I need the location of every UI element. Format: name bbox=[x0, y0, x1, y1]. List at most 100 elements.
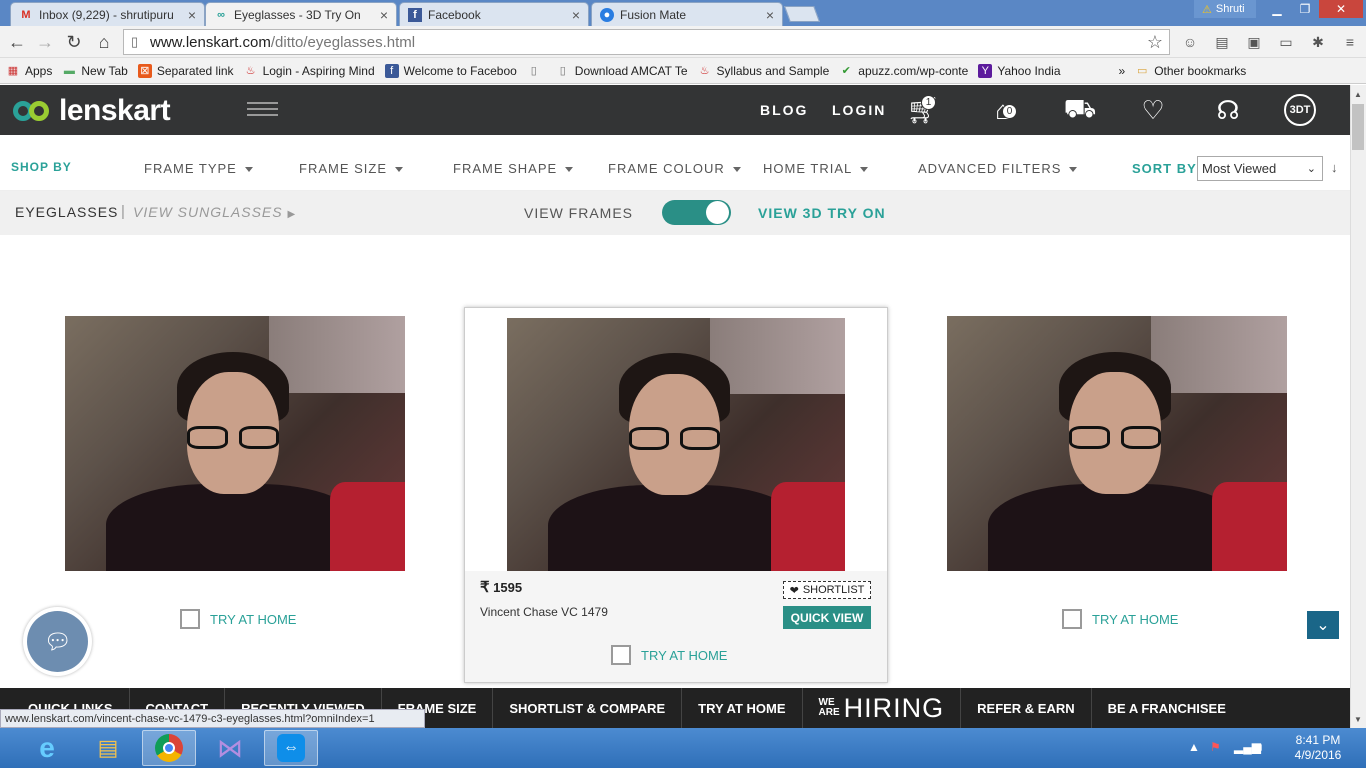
blog-link[interactable]: BLOG bbox=[760, 102, 808, 118]
close-tab-icon[interactable]: × bbox=[572, 7, 580, 23]
heart-icon: ❤ bbox=[789, 584, 799, 597]
reload-icon[interactable]: ↻ bbox=[62, 30, 86, 54]
filter-advanced[interactable]: ADVANCED FILTERS bbox=[918, 161, 1078, 176]
tab-extension-icon[interactable]: ▣ bbox=[1244, 32, 1264, 52]
volume-icon[interactable]: 🔈︎ bbox=[1258, 740, 1265, 755]
filter-frame-type[interactable]: FRAME TYPE bbox=[144, 161, 253, 176]
action-center-icon[interactable]: ⚑ bbox=[1210, 740, 1221, 754]
product-image-2[interactable] bbox=[507, 318, 845, 571]
file-explorer-icon[interactable]: ▤ bbox=[81, 730, 135, 766]
tab-fusion-mate[interactable]: ● Fusion Mate × bbox=[591, 2, 783, 26]
chevron-down-icon: ⌄ bbox=[1306, 163, 1316, 175]
caret-down-icon bbox=[565, 167, 574, 173]
caret-down-icon bbox=[860, 167, 869, 173]
scroll-up-arrow-icon[interactable]: ▲ bbox=[1350, 86, 1366, 102]
filter-label: FRAME SIZE bbox=[299, 161, 388, 176]
forward-icon[interactable]: → bbox=[33, 30, 57, 54]
footer-hiring[interactable]: WE ARE HIRING bbox=[803, 688, 962, 728]
vertical-scrollbar[interactable] bbox=[1350, 85, 1366, 728]
home-icon[interactable]: ⌂ bbox=[92, 30, 116, 54]
other-bookmarks[interactable]: ▭ Other bookmarks bbox=[1135, 64, 1246, 78]
scrollbar-thumb[interactable] bbox=[1352, 104, 1364, 150]
caret-right-icon: ▶ bbox=[287, 209, 297, 220]
maximize-button[interactable]: ❐ bbox=[1291, 0, 1319, 18]
visual-studio-icon[interactable]: ⋈ bbox=[203, 730, 257, 766]
bookmark-blank[interactable]: ▯ bbox=[527, 64, 546, 78]
bookmark-aspiring-minds[interactable]: ♨ Login - Aspiring Mind bbox=[244, 64, 375, 78]
footer-try-at-home[interactable]: TRY AT HOME bbox=[682, 688, 803, 728]
bookmarks-overflow-button[interactable]: » bbox=[1119, 64, 1126, 78]
layers-extension-icon[interactable]: ▤ bbox=[1212, 32, 1232, 52]
cart-button[interactable]: 🛒︎ 1 bbox=[903, 93, 943, 127]
card-extension-icon[interactable]: ▭ bbox=[1276, 32, 1296, 52]
sort-direction-icon[interactable]: ↓ bbox=[1331, 160, 1338, 175]
bug-extension-icon[interactable]: ✱ bbox=[1308, 32, 1328, 52]
chrome-icon[interactable] bbox=[142, 730, 196, 766]
footer-refer-earn[interactable]: REFER & EARN bbox=[961, 688, 1092, 728]
address-bar[interactable]: ▯ www.lenskart.com/ditto/eyeglasses.html… bbox=[123, 29, 1170, 55]
internet-explorer-icon[interactable]: e bbox=[20, 730, 74, 766]
filter-frame-colour[interactable]: FRAME COLOUR bbox=[608, 161, 741, 176]
warning-icon: ⚠ bbox=[1202, 3, 1212, 16]
bookmark-star-icon[interactable]: ☆ bbox=[1147, 32, 1163, 53]
support-headset-icon[interactable]: ☊ bbox=[1208, 93, 1248, 127]
bookmark-amcat[interactable]: ▯ Download AMCAT Te bbox=[556, 64, 688, 78]
profile-button[interactable]: ⚠ Shruti bbox=[1194, 0, 1256, 18]
try-at-home-checkbox-3[interactable] bbox=[1062, 609, 1082, 629]
product-price: ₹ 1595 bbox=[480, 578, 522, 596]
new-tab-button[interactable] bbox=[784, 6, 820, 22]
chat-bubble-icon[interactable]: 💬︎ bbox=[27, 611, 88, 672]
tray-expand-icon[interactable]: ▲ bbox=[1188, 740, 1200, 754]
filter-frame-size[interactable]: FRAME SIZE bbox=[299, 161, 404, 176]
aspiring-minds-icon: ♨ bbox=[699, 65, 710, 77]
hamburger-menu-icon[interactable] bbox=[247, 102, 278, 116]
bookmark-apuzz[interactable]: ✔ apuzz.com/wp-conte bbox=[839, 64, 969, 78]
try-at-home-checkbox-1[interactable] bbox=[180, 609, 200, 629]
close-tab-icon[interactable]: × bbox=[766, 7, 774, 23]
status-bar-url: www.lenskart.com/vincent-chase-vc-1479-c… bbox=[0, 709, 425, 728]
view-sunglasses-link[interactable]: VIEW SUNGLASSES ▶ bbox=[133, 204, 296, 220]
try-at-home-checkbox-2[interactable] bbox=[611, 645, 631, 665]
product-image-3[interactable] bbox=[947, 316, 1287, 571]
bookmark-apps[interactable]: ▦ Apps bbox=[6, 64, 53, 78]
menu-icon[interactable]: ≡ bbox=[1340, 32, 1360, 52]
filter-home-trial[interactable]: HOME TRIAL bbox=[763, 161, 869, 176]
scroll-down-arrow-icon[interactable]: ▼ bbox=[1350, 711, 1366, 727]
sort-select[interactable]: Most Viewed ⌄ bbox=[1197, 156, 1323, 181]
close-window-button[interactable]: ✕ bbox=[1319, 0, 1363, 18]
logo-ring-icon bbox=[29, 101, 49, 121]
filter-label: FRAME SHAPE bbox=[453, 161, 558, 176]
close-tab-icon[interactable]: × bbox=[380, 7, 388, 23]
tab-gmail[interactable]: M Inbox (9,229) - shrutipuru × bbox=[10, 2, 205, 26]
footer-franchisee[interactable]: BE A FRANCHISEE bbox=[1092, 688, 1242, 728]
teamviewer-icon[interactable]: ⇔ bbox=[264, 730, 318, 766]
bookmark-yahoo[interactable]: Y Yahoo India bbox=[978, 63, 1061, 78]
bookmark-separated-link[interactable]: ⊠ Separated link bbox=[137, 63, 234, 78]
home-trial-button[interactable]: ⌂ 0 bbox=[983, 93, 1023, 127]
lenskart-logo[interactable]: lenskart bbox=[13, 94, 171, 128]
system-clock[interactable]: 8:41 PM 4/9/2016 bbox=[1290, 733, 1346, 763]
3dt-button[interactable]: 3DT bbox=[1280, 93, 1320, 127]
ghost-extension-icon[interactable]: ☺ bbox=[1180, 32, 1200, 52]
tab-eyeglasses[interactable]: ∞ Eyeglasses - 3D Try On × bbox=[205, 2, 397, 26]
bookmark-facebook[interactable]: f Welcome to Faceboo bbox=[384, 63, 517, 78]
bookmark-new-tab[interactable]: ▬ New Tab bbox=[62, 64, 128, 78]
tab-facebook[interactable]: f Facebook × bbox=[399, 2, 589, 26]
page-icon: ▬ bbox=[63, 64, 75, 77]
filter-frame-shape[interactable]: FRAME SHAPE bbox=[453, 161, 574, 176]
wishlist-heart-icon[interactable]: ♡ bbox=[1133, 93, 1173, 127]
network-icon[interactable]: ▂▄▆ bbox=[1234, 740, 1261, 754]
bookmark-syllabus[interactable]: ♨ Syllabus and Sample bbox=[698, 64, 830, 78]
back-icon[interactable]: ← bbox=[5, 30, 29, 54]
close-tab-icon[interactable]: × bbox=[188, 7, 196, 23]
minimize-button[interactable]: ▁ bbox=[1263, 0, 1291, 18]
folder-icon: ▭ bbox=[1136, 65, 1148, 77]
delivery-truck-icon[interactable]: ⛟ bbox=[1060, 93, 1100, 127]
footer-shortlist-compare[interactable]: SHORTLIST & COMPARE bbox=[493, 688, 683, 728]
product-image-1[interactable] bbox=[65, 316, 405, 571]
scroll-down-button[interactable]: ⌄ bbox=[1307, 611, 1339, 639]
quick-view-button[interactable]: QUICK VIEW bbox=[783, 606, 871, 629]
try-at-home-label-1: TRY AT HOME bbox=[210, 612, 297, 627]
login-link[interactable]: LOGIN bbox=[832, 102, 886, 118]
shortlist-button[interactable]: ❤ SHORTLIST bbox=[783, 581, 871, 599]
